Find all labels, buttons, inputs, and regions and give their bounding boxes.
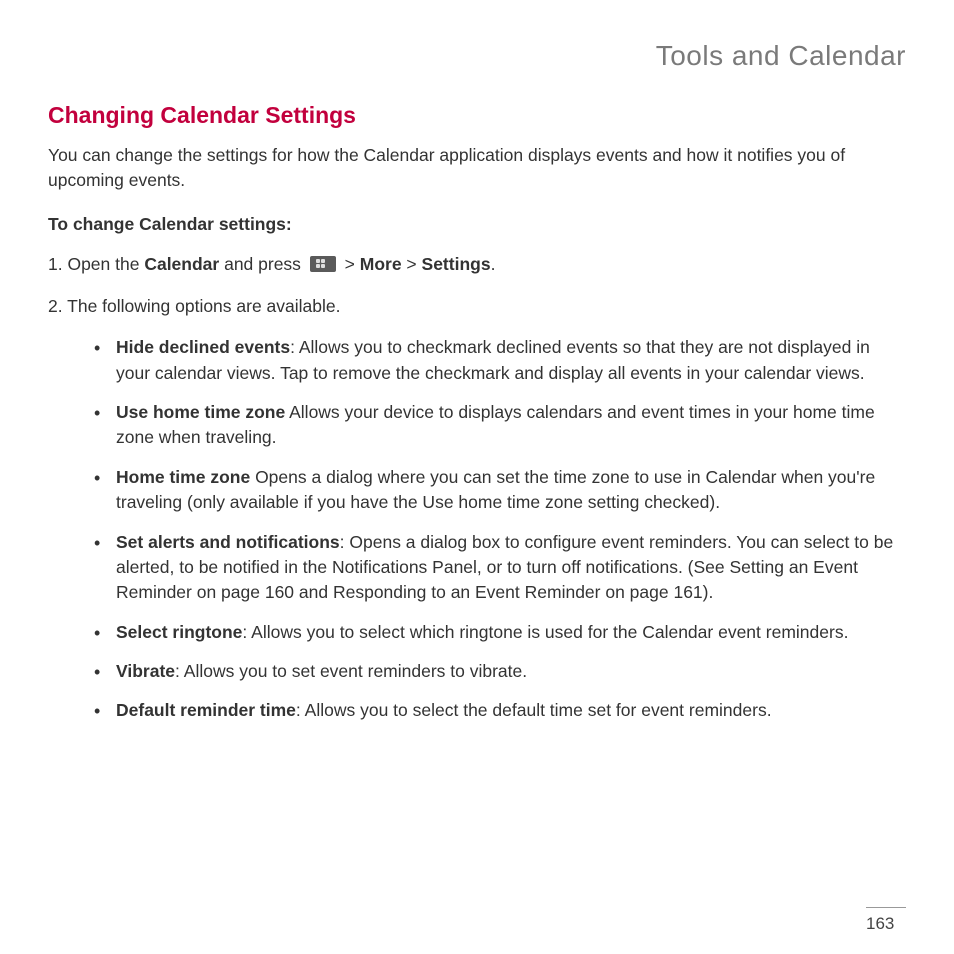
list-item: Use home time zone Allows your device to… <box>94 400 906 451</box>
opt-text: : Allows you to select which ringtone is… <box>242 622 848 642</box>
list-item: Vibrate: Allows you to set event reminde… <box>94 659 906 684</box>
list-item: Default reminder time: Allows you to sel… <box>94 698 906 723</box>
opt-label: Vibrate <box>116 661 175 681</box>
section-heading: Changing Calendar Settings <box>48 102 906 129</box>
intro-paragraph: You can change the settings for how the … <box>48 143 906 194</box>
step-1-app: Calendar <box>144 254 219 274</box>
opt-label: Default reminder time <box>116 700 296 720</box>
step-1-prefix: 1. Open the <box>48 254 144 274</box>
step-1-suffix: . <box>491 254 496 274</box>
opt-text: : Allows you to set event reminders to v… <box>175 661 527 681</box>
procedure-heading: To change Calendar settings: <box>48 214 906 235</box>
step-1: 1. Open the Calendar and press > More > … <box>48 251 906 277</box>
list-item: Set alerts and notifications: Opens a di… <box>94 530 906 606</box>
step-1-gt1: > <box>340 254 360 274</box>
step-2: 2. The following options are available. <box>48 293 906 319</box>
step-1-settings: Settings <box>422 254 491 274</box>
menu-icon <box>310 256 336 272</box>
opt-label: Select ringtone <box>116 622 242 642</box>
opt-text: : Allows you to select the default time … <box>296 700 772 720</box>
list-item: Home time zone Opens a dialog where you … <box>94 465 906 516</box>
list-item: Hide declined events: Allows you to chec… <box>94 335 906 386</box>
opt-label: Hide declined events <box>116 337 290 357</box>
opt-label: Use home time zone <box>116 402 285 422</box>
opt-label: Home time zone <box>116 467 250 487</box>
list-item: Select ringtone: Allows you to select wh… <box>94 620 906 645</box>
opt-label: Set alerts and notifications <box>116 532 340 552</box>
step-1-mid: and press <box>219 254 306 274</box>
page-number: 163 <box>866 907 906 934</box>
step-1-gt2: > <box>402 254 422 274</box>
step-1-more: More <box>360 254 402 274</box>
options-list: Hide declined events: Allows you to chec… <box>94 335 906 724</box>
chapter-title: Tools and Calendar <box>48 40 906 72</box>
